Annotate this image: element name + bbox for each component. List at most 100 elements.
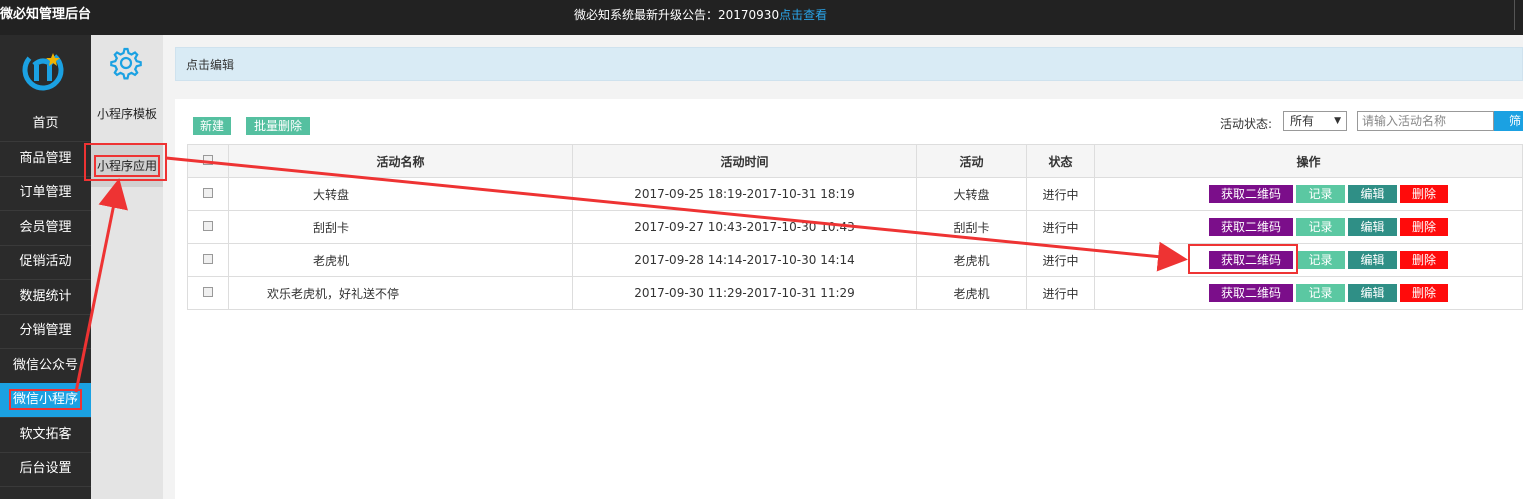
status-select-value: 所有 bbox=[1290, 114, 1315, 128]
activity-name: 刮刮卡 bbox=[228, 210, 573, 244]
subnav-item-label: 小程序模板 bbox=[96, 107, 157, 121]
topbar-scrollbar[interactable] bbox=[1514, 0, 1523, 30]
upgrade-notice: 微必知系统最新升级公告：20170930点击查看 bbox=[574, 0, 827, 30]
delete-button[interactable]: 删除 bbox=[1400, 284, 1448, 302]
activity-time: 2017-09-28 14:14-2017-10-30 14:14 bbox=[572, 243, 917, 277]
sidebar-item-orders[interactable]: 订单管理 bbox=[0, 176, 91, 211]
table-row: 老虎机 2017-09-28 14:14-2017-10-30 14:14 老虎… bbox=[187, 243, 1523, 277]
search-input[interactable]: 请输入活动名称 bbox=[1357, 111, 1494, 131]
records-button[interactable]: 记录 bbox=[1296, 284, 1345, 302]
sidebar-item-label: 订单管理 bbox=[19, 185, 72, 200]
row-checkbox[interactable] bbox=[203, 188, 213, 198]
delete-button[interactable]: 删除 bbox=[1400, 218, 1448, 236]
sidebar-item-statistics[interactable]: 数据统计 bbox=[0, 280, 91, 315]
delete-button[interactable]: 删除 bbox=[1400, 185, 1448, 203]
top-bar: 微必知管理后台 微必知系统最新升级公告：20170930点击查看 bbox=[0, 0, 1523, 35]
sidebar-item-promotions[interactable]: 促销活动 bbox=[0, 245, 91, 280]
row-select-cell bbox=[187, 243, 229, 277]
activity-name: 欢乐老虎机，好礼送不停 bbox=[228, 276, 573, 310]
column-header: 活动 bbox=[916, 144, 1027, 178]
row-actions: 获取二维码 记录 编辑 删除 bbox=[1094, 177, 1523, 211]
activity-type: 大转盘 bbox=[916, 177, 1027, 211]
records-button[interactable]: 记录 bbox=[1296, 218, 1345, 236]
table-row: 大转盘 2017-09-25 18:19-2017-10-31 18:19 大转… bbox=[187, 177, 1523, 211]
activity-type: 老虎机 bbox=[916, 243, 1027, 277]
activity-name: 老虎机 bbox=[228, 243, 573, 277]
sidebar-item-members[interactable]: 会员管理 bbox=[0, 211, 91, 246]
list-panel: 新建 批量删除 活动状态: 所有 ▼ 请输入活动名称 筛 活动名称 活动时间 活动… bbox=[175, 99, 1523, 499]
row-actions: 获取二维码 记录 编辑 删除 bbox=[1094, 210, 1523, 244]
sidebar-item-settings[interactable]: 后台设置 bbox=[0, 452, 91, 487]
row-actions: 获取二维码 记录 编辑 删除 bbox=[1094, 243, 1523, 277]
activity-time: 2017-09-30 11:29-2017-10-31 11:29 bbox=[572, 276, 917, 310]
row-select-cell bbox=[187, 276, 229, 310]
get-qrcode-button[interactable]: 获取二维码 bbox=[1209, 284, 1293, 302]
new-button[interactable]: 新建 bbox=[193, 117, 231, 135]
edit-button[interactable]: 编辑 bbox=[1348, 251, 1397, 269]
activity-type: 老虎机 bbox=[916, 276, 1027, 310]
row-checkbox[interactable] bbox=[203, 287, 213, 297]
column-header: 状态 bbox=[1026, 144, 1095, 178]
row-checkbox[interactable] bbox=[203, 254, 213, 264]
row-checkbox[interactable] bbox=[203, 221, 213, 231]
sub-navigation: 小程序模板 小程序应用 bbox=[91, 35, 163, 499]
sidebar-item-soft-articles[interactable]: 软文拓客 bbox=[0, 418, 91, 453]
logo-icon bbox=[22, 49, 64, 91]
activity-time: 2017-09-27 10:43-2017-10-30 10:43 bbox=[572, 210, 917, 244]
sidebar-item-label: 商品管理 bbox=[19, 151, 72, 166]
activity-status: 进行中 bbox=[1026, 177, 1095, 211]
records-button[interactable]: 记录 bbox=[1296, 185, 1345, 203]
activity-table: 活动名称 活动时间 活动 状态 操作 大转盘 2017-09-25 18:19-… bbox=[187, 144, 1523, 310]
row-actions: 获取二维码 记录 编辑 删除 bbox=[1094, 276, 1523, 310]
row-select-cell bbox=[187, 177, 229, 211]
sidebar-item-label: 微信小程序 bbox=[8, 389, 82, 410]
sidebar-item-home[interactable]: 首页 bbox=[0, 107, 91, 142]
qrcode-highlight-box bbox=[1188, 244, 1298, 274]
sidebar-item-label: 数据统计 bbox=[19, 289, 72, 304]
sidebar-item-label: 软文拓客 bbox=[19, 427, 72, 442]
column-header: 活动时间 bbox=[572, 144, 917, 178]
sidebar-item-label: 后台设置 bbox=[19, 461, 72, 476]
breadcrumb: 点击编辑 bbox=[175, 47, 1523, 81]
status-filter-label: 活动状态: bbox=[1220, 117, 1273, 131]
activity-status: 进行中 bbox=[1026, 210, 1095, 244]
gear-icon bbox=[110, 47, 142, 80]
sidebar-item-distribution[interactable]: 分销管理 bbox=[0, 314, 91, 349]
search-button[interactable]: 筛 bbox=[1494, 111, 1523, 131]
notice-link[interactable]: 点击查看 bbox=[779, 8, 827, 22]
main-content: 点击编辑 新建 批量删除 活动状态: 所有 ▼ 请输入活动名称 筛 活动名称 活动… bbox=[163, 35, 1523, 499]
delete-button[interactable]: 删除 bbox=[1400, 251, 1448, 269]
get-qrcode-button[interactable]: 获取二维码 bbox=[1209, 185, 1293, 203]
activity-status: 进行中 bbox=[1026, 243, 1095, 277]
sidebar-item-label: 促销活动 bbox=[19, 254, 72, 269]
table-row: 欢乐老虎机，好礼送不停 2017-09-30 11:29-2017-10-31 … bbox=[187, 276, 1523, 310]
edit-button[interactable]: 编辑 bbox=[1348, 185, 1397, 203]
activity-status: 进行中 bbox=[1026, 276, 1095, 310]
select-all-checkbox[interactable] bbox=[203, 155, 213, 165]
edit-button[interactable]: 编辑 bbox=[1348, 284, 1397, 302]
activity-name: 大转盘 bbox=[228, 177, 573, 211]
status-select[interactable]: 所有 ▼ bbox=[1283, 111, 1347, 131]
activity-time: 2017-09-25 18:19-2017-10-31 18:19 bbox=[572, 177, 917, 211]
sidebar: 首页 商品管理 订单管理 会员管理 促销活动 数据统计 分销管理 微信公众号 微… bbox=[0, 35, 91, 499]
subnav-highlight-box bbox=[84, 143, 167, 181]
activity-type: 刮刮卡 bbox=[916, 210, 1027, 244]
sidebar-item-wechat-official[interactable]: 微信公众号 bbox=[0, 349, 91, 384]
column-header: 活动名称 bbox=[228, 144, 573, 178]
table-header-row: 活动名称 活动时间 活动 状态 操作 bbox=[187, 144, 1523, 178]
chevron-down-icon: ▼ bbox=[1334, 116, 1341, 126]
table-row: 刮刮卡 2017-09-27 10:43-2017-10-30 10:43 刮刮… bbox=[187, 210, 1523, 244]
sidebar-item-label: 分销管理 bbox=[19, 323, 72, 338]
sidebar-item-products[interactable]: 商品管理 bbox=[0, 142, 91, 177]
get-qrcode-button[interactable]: 获取二维码 bbox=[1209, 218, 1293, 236]
batch-delete-button[interactable]: 批量删除 bbox=[246, 117, 310, 135]
sidebar-item-label: 微信公众号 bbox=[12, 358, 78, 373]
row-select-cell bbox=[187, 210, 229, 244]
sidebar-item-label: 首页 bbox=[32, 116, 59, 131]
subnav-item-templates[interactable]: 小程序模板 bbox=[91, 97, 163, 131]
edit-button[interactable]: 编辑 bbox=[1348, 218, 1397, 236]
records-button[interactable]: 记录 bbox=[1296, 251, 1345, 269]
sidebar-item-wechat-miniprogram[interactable]: 微信小程序 bbox=[0, 383, 91, 418]
sidebar-item-label: 会员管理 bbox=[19, 220, 72, 235]
app-title: 微必知管理后台 bbox=[0, 7, 92, 22]
